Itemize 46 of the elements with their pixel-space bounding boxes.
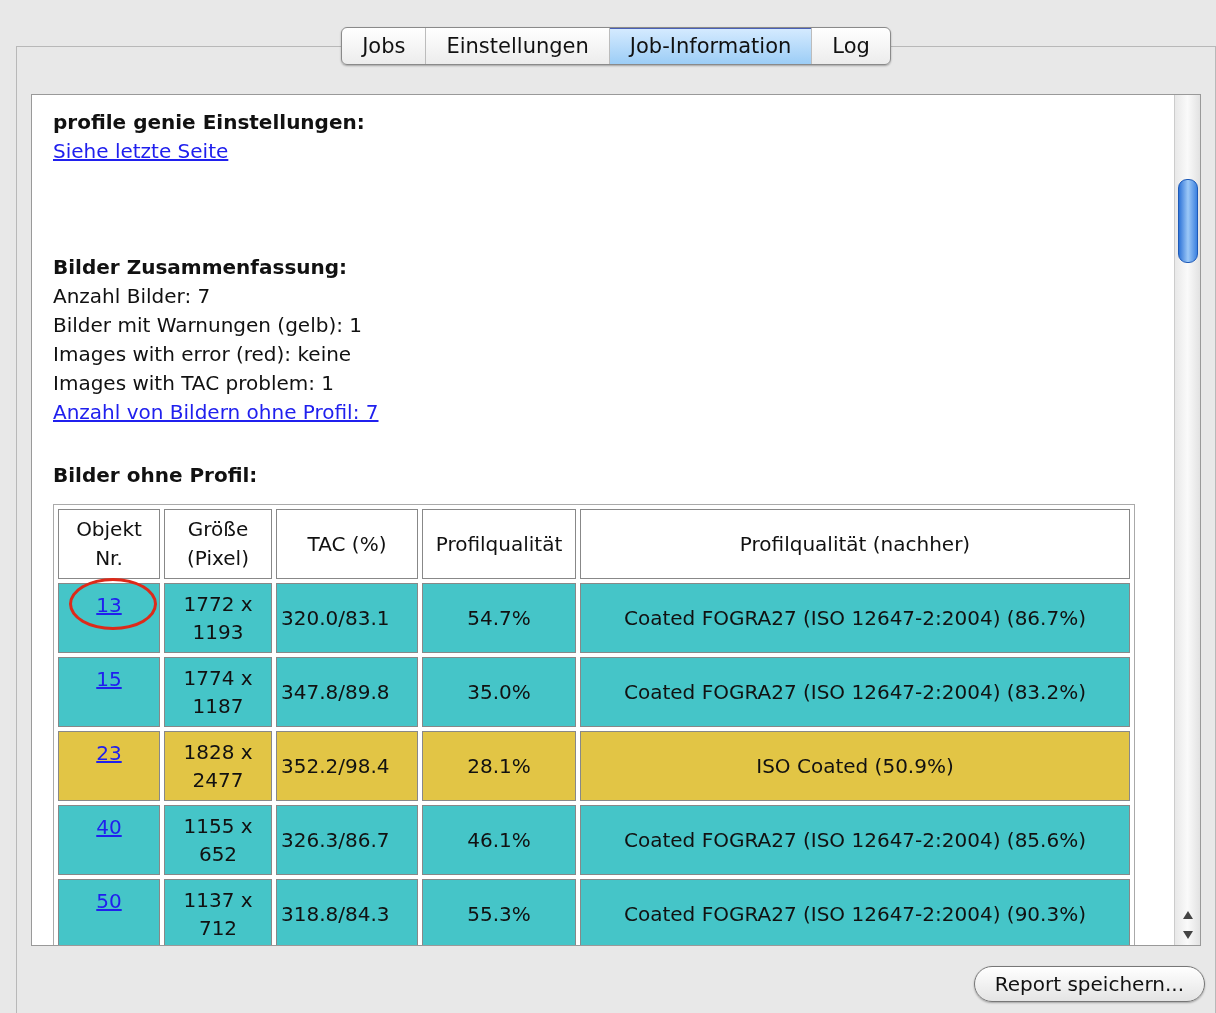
table-cell: Coated FOGRA27 (ISO 12647-2:2004) (86.7%) [580, 583, 1130, 653]
column-header: Objekt Nr. [58, 509, 160, 579]
table-cell: Coated FOGRA27 (ISO 12647-2:2004) (90.3%) [580, 879, 1130, 945]
object-link[interactable]: 15 [96, 665, 122, 694]
object-link[interactable]: 13 [96, 591, 122, 620]
column-header: Profilqualität (nachher) [580, 509, 1130, 579]
table-cell: 320.0/83.1 [276, 583, 418, 653]
column-header: Größe (Pixel) [164, 509, 272, 579]
object-link[interactable]: 50 [96, 887, 122, 916]
section-heading: profile genie Einstellungen: [53, 109, 366, 136]
summary-line: Images with TAC problem: 1 [53, 370, 336, 397]
object-link[interactable]: 40 [96, 813, 122, 842]
report-link[interactable]: Anzahl von Bildern ohne Profil: 7 [53, 398, 379, 427]
table-cell: 46.1% [422, 805, 576, 875]
table-cell: Coated FOGRA27 (ISO 12647-2:2004) (85.6%) [580, 805, 1130, 875]
table-cell: 326.3/86.7 [276, 805, 418, 875]
table-cell: 347.8/89.8 [276, 657, 418, 727]
tab[interactable]: Job-Information [608, 28, 812, 64]
scrollbar[interactable] [1174, 95, 1200, 945]
table-cell: 35.0% [422, 657, 576, 727]
column-header: Profilqualität [422, 509, 576, 579]
table-cell: 352.2/98.4 [276, 731, 418, 801]
tab[interactable]: Einstellungen [425, 28, 609, 64]
table-cell: 1137 x 712 [164, 879, 272, 945]
table-cell: 1828 x 2477 [164, 731, 272, 801]
summary-line: Anzahl Bilder: 7 [53, 283, 212, 310]
tab[interactable]: Jobs [342, 28, 426, 64]
table-cell: 318.8/84.3 [276, 879, 418, 945]
scroll-thumb[interactable] [1177, 179, 1198, 263]
table-cell: 28.1% [422, 731, 576, 801]
section-heading: Bilder Zusammenfassung: [53, 254, 349, 281]
summary-line: Images with error (red): keine [53, 341, 353, 368]
section-heading: Bilder ohne Profil: [53, 462, 259, 489]
object-link[interactable]: 23 [96, 739, 122, 768]
table-cell: 1155 x 652 [164, 805, 272, 875]
table-cell: 54.7% [422, 583, 576, 653]
table-cell: 1772 x 1193 [164, 583, 272, 653]
tab[interactable]: Log [811, 28, 890, 64]
save-report-button[interactable]: Report speichern... [973, 966, 1205, 1002]
report-link[interactable]: Siehe letzte Seite [53, 137, 229, 166]
table-cell: Coated FOGRA27 (ISO 12647-2:2004) (83.2%) [580, 657, 1130, 727]
column-header: TAC (%) [276, 509, 418, 579]
summary-line: Bilder mit Warnungen (gelb): 1 [53, 312, 363, 339]
table-cell: 55.3% [422, 879, 576, 945]
table-cell: 1774 x 1187 [164, 657, 272, 727]
table-cell: ISO Coated (50.9%) [580, 731, 1130, 801]
